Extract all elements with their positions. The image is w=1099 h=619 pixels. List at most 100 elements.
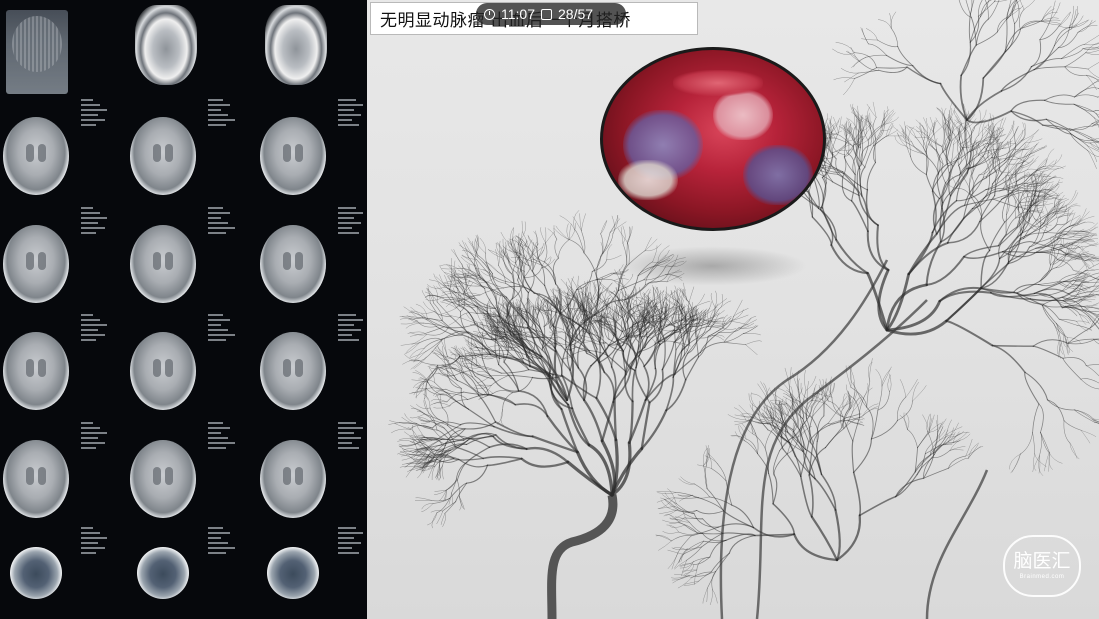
- vessel-branch: [421, 311, 435, 314]
- vessel-branch: [644, 237, 652, 252]
- vessel-branch: [745, 340, 762, 345]
- vessel-branch: [500, 408, 505, 427]
- vessel-branch: [426, 327, 449, 336]
- vessel-branch: [877, 19, 892, 29]
- vessel-branch: [1046, 185, 1060, 195]
- vessel-branch: [600, 220, 607, 235]
- vessel-branch: [688, 571, 712, 577]
- vessel-branch: [958, 0, 972, 18]
- vessel-branch: [673, 502, 685, 514]
- vessel-branch: [804, 369, 807, 391]
- vessel-branch: [662, 531, 679, 534]
- vessel-branch: [1030, 39, 1042, 68]
- vessel-branch: [945, 319, 994, 347]
- playback-time: 11:07: [501, 6, 535, 22]
- vessel-branch: [1048, 452, 1063, 464]
- vessel-branch: [1010, 99, 1046, 112]
- vessel-branch: [1010, 110, 1044, 126]
- vessel-branch: [657, 492, 677, 494]
- watermark-name: 脑医汇: [1013, 550, 1071, 572]
- ct-ventricle: [283, 467, 291, 485]
- vessel-branch: [855, 119, 859, 132]
- vessel-branch: [445, 314, 460, 318]
- vessel-branch: [886, 54, 914, 67]
- vessel-branch: [419, 337, 443, 344]
- ct-ventricle: [165, 144, 173, 162]
- vessel-branch: [694, 293, 705, 308]
- vessel-branch: [1045, 148, 1055, 167]
- ct-annotation-text: [338, 527, 367, 557]
- vessel-branch: [431, 350, 448, 357]
- vessel-branch: [1080, 430, 1091, 444]
- vessel-branch: [835, 41, 856, 53]
- ct-scan-slice: [130, 225, 196, 303]
- vessel-branch: [1032, 345, 1064, 359]
- vessel-branch: [847, 153, 856, 175]
- vessel-branch: [464, 294, 488, 313]
- vessel-branch: [490, 374, 510, 377]
- vessel-branch: [486, 457, 523, 467]
- vessel-branch: [1018, 8, 1025, 30]
- vessel-branch: [877, 385, 883, 411]
- vessel-branch: [925, 151, 928, 175]
- vessel-branch: [717, 463, 727, 482]
- vessel-branch: [1047, 399, 1065, 421]
- vessel-branch: [508, 374, 533, 378]
- vessel-branch: [912, 65, 942, 85]
- ct-annotation-text: [208, 207, 238, 237]
- ct-ventricle: [283, 359, 291, 377]
- vessel-branch: [917, 432, 930, 449]
- vessel-branch: [742, 325, 758, 334]
- vessel-branch: [842, 416, 854, 442]
- vessel-branch: [946, 140, 953, 165]
- vessel-branch: [1076, 325, 1092, 331]
- vessel-branch: [1085, 365, 1099, 377]
- player-overlay[interactable]: 11:07 28/57: [476, 3, 626, 25]
- ct-ventricle: [26, 359, 34, 377]
- vessel-branch: [1002, 251, 1035, 254]
- vessel-branch: [655, 535, 672, 542]
- vessel-branch: [972, 153, 978, 171]
- vessel-branch: [923, 467, 949, 479]
- vessel-branch: [1019, 0, 1025, 10]
- vessel-branch: [840, 68, 859, 74]
- vessel-branch: [906, 66, 942, 85]
- vessel-branch: [1032, 403, 1040, 433]
- vessel-branch: [1032, 339, 1069, 347]
- vessel-branch: [1087, 150, 1097, 169]
- vessel-branch: [850, 391, 858, 409]
- vessel-branch: [394, 423, 411, 430]
- vessel-branch: [1069, 123, 1093, 131]
- vessel-branch: [637, 262, 659, 276]
- vessel-branch: [991, 344, 1026, 374]
- ct-scan-slice: [265, 5, 327, 85]
- vessel-branch: [424, 400, 430, 414]
- vessel-branch: [400, 320, 418, 325]
- vessel-branch: [1083, 43, 1099, 46]
- vessel-branch: [866, 161, 877, 191]
- vessel-branch: [669, 524, 685, 528]
- vessel-branch: [1014, 0, 1020, 25]
- vessel-branch: [455, 461, 468, 480]
- vessel-branch: [423, 322, 445, 328]
- vessel-branch: [566, 223, 570, 240]
- vessel-branch: [710, 293, 716, 308]
- vessel-branch: [1038, 280, 1060, 285]
- vessel-branch: [543, 242, 548, 263]
- vessel-branch: [979, 198, 1003, 223]
- vessel-branch: [1064, 66, 1089, 70]
- inset-vessel: [618, 160, 678, 200]
- vessel-branch: [665, 514, 680, 524]
- vessel-branch: [1081, 246, 1096, 256]
- vessel-branch: [640, 288, 650, 303]
- vessel-branch: [466, 464, 489, 484]
- vessel-branch: [622, 242, 628, 265]
- vessel-branch: [520, 220, 523, 241]
- vessel-branch: [1045, 165, 1066, 170]
- vessel-branch: [416, 404, 431, 409]
- vessel-branch: [853, 438, 872, 473]
- vessel-branch: [833, 77, 855, 81]
- watermark-logo: 脑医汇 Brainmed.com: [1003, 535, 1081, 597]
- vessel-branch: [769, 399, 788, 404]
- vessel-branch: [411, 388, 427, 393]
